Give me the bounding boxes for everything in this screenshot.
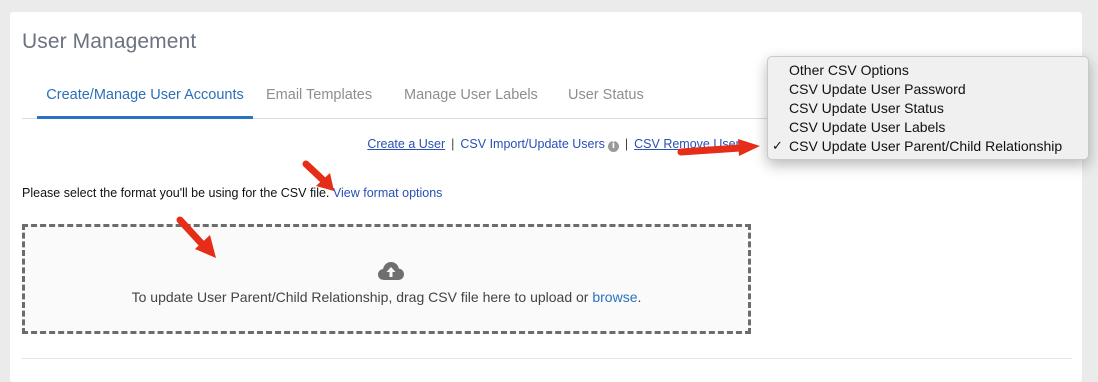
action-links: Create a User | CSV Import/Update Users i | C…	[367, 137, 746, 152]
dropdown-option-csv-update-user-parent-child-relationship[interactable]: ✓ CSV Update User Parent/Child Relations…	[768, 137, 1088, 156]
checkmark-icon: ✓	[772, 139, 783, 154]
csv-dropzone[interactable]: To update User Parent/Child Relationship…	[22, 224, 751, 334]
csv-import-update-users-link[interactable]: CSV Import/Update Users	[460, 137, 605, 151]
link-separator: |	[624, 137, 629, 151]
instruction-text: Please select the format you'll be using…	[22, 186, 330, 200]
tab-create-manage-user-accounts[interactable]: Create/Manage User Accounts	[37, 80, 253, 119]
create-user-link[interactable]: Create a User	[367, 137, 445, 151]
dropdown-option-csv-update-user-password[interactable]: CSV Update User Password	[768, 80, 1088, 99]
view-format-options-link[interactable]: View format options	[333, 186, 443, 200]
csv-format-instruction: Please select the format you'll be using…	[22, 186, 442, 200]
info-icon[interactable]: i	[607, 141, 619, 152]
link-separator: |	[451, 137, 455, 151]
dropzone-period: .	[637, 289, 642, 305]
tab-email-templates[interactable]: Email Templates	[266, 80, 372, 116]
dropzone-text: To update User Parent/Child Relationship…	[131, 289, 589, 305]
dropdown-option-csv-update-user-status[interactable]: CSV Update User Status	[768, 99, 1088, 118]
dropdown-option-csv-update-user-labels[interactable]: CSV Update User Labels	[768, 118, 1088, 137]
tab-user-status[interactable]: User Status	[568, 80, 644, 116]
dropzone-instructions: To update User Parent/Child Relationship…	[25, 289, 748, 305]
divider	[22, 358, 1072, 359]
dropdown-option-label: CSV Update User Parent/Child Relationshi…	[789, 138, 1063, 154]
csv-remove-users-link[interactable]: CSV Remove Users	[634, 137, 746, 151]
browse-link[interactable]: browse	[592, 289, 637, 305]
dropdown-option-other-csv-options[interactable]: Other CSV Options	[768, 61, 1088, 80]
csv-options-dropdown-menu[interactable]: Other CSV Options CSV Update User Passwo…	[767, 56, 1089, 160]
tab-manage-user-labels[interactable]: Manage User Labels	[404, 80, 538, 116]
page-title: User Management	[22, 30, 197, 53]
cloud-upload-icon	[378, 262, 404, 280]
